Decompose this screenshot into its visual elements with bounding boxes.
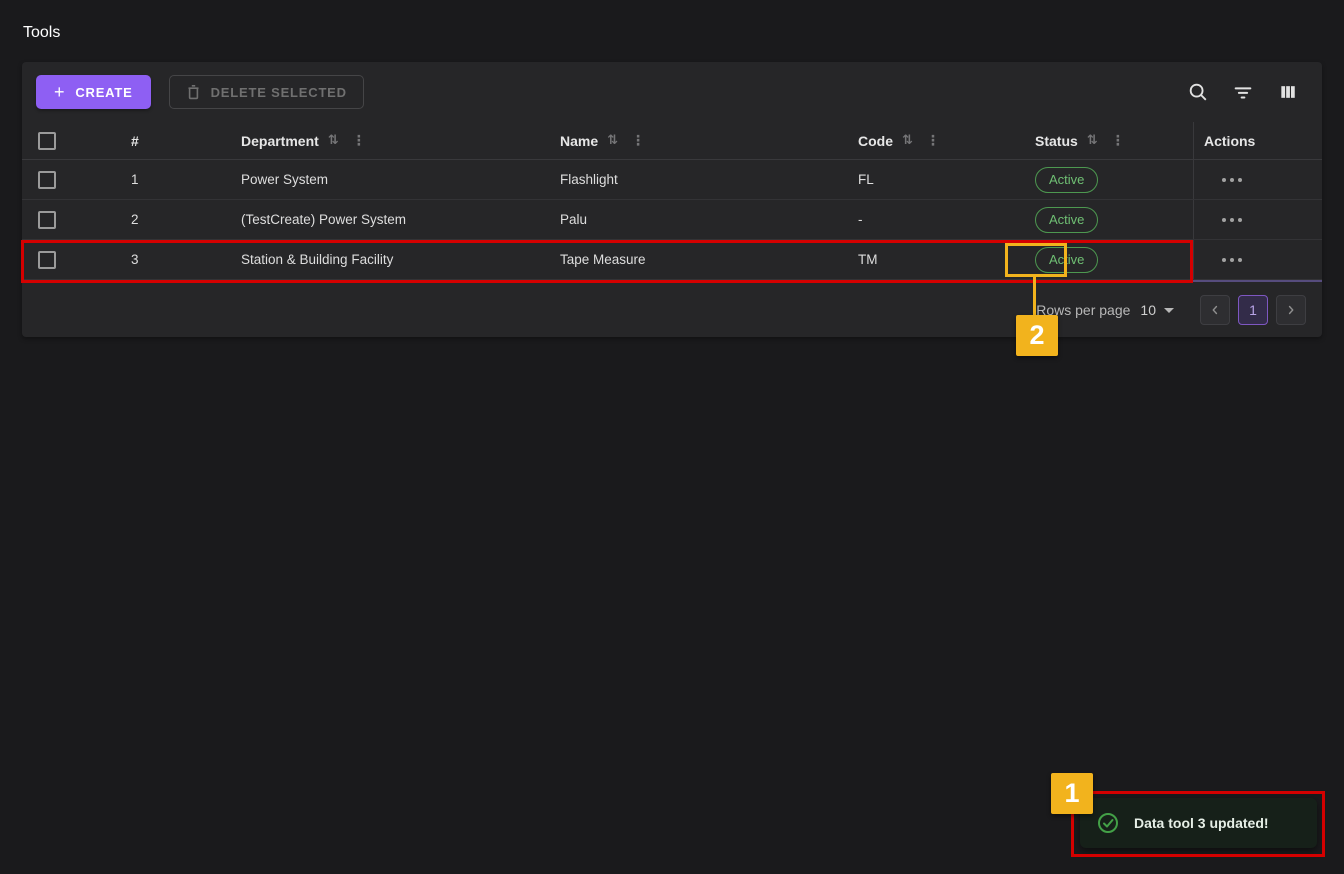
- row-status-cell: Active: [1013, 207, 1193, 233]
- create-button[interactable]: + CREATE: [36, 75, 151, 109]
- search-icon[interactable]: [1184, 78, 1212, 106]
- row-actions-menu-button[interactable]: [1218, 254, 1246, 266]
- tools-page: Tools + CREATE DELETE SELECTED: [0, 0, 1344, 874]
- row-status-cell: Active: [1013, 167, 1193, 193]
- row-department: Power System: [219, 172, 538, 187]
- toolbar-icons: [1184, 78, 1306, 106]
- rows-per-page-label: Rows per page: [1036, 302, 1130, 318]
- sort-icon[interactable]: ⇅: [1087, 133, 1098, 148]
- filter-icon[interactable]: [1229, 78, 1257, 106]
- header-cell-department: Department ⇅ ⋮: [219, 133, 538, 149]
- rows-per-page-select[interactable]: 10: [1140, 302, 1174, 318]
- header-name-label: Name: [560, 133, 598, 149]
- kebab-menu-icon[interactable]: ⋮: [352, 133, 366, 149]
- row-code: -: [836, 212, 1013, 227]
- rows-per-page-value: 10: [1140, 302, 1156, 318]
- chevron-left-icon: [1208, 303, 1222, 317]
- table-row: 1 Power System Flashlight FL Active: [22, 160, 1322, 200]
- row-department: Station & Building Facility: [219, 252, 538, 267]
- row-actions-menu-button[interactable]: [1218, 174, 1246, 186]
- kebab-menu-icon[interactable]: ⋮: [631, 133, 645, 149]
- check-circle-icon: [1096, 811, 1120, 835]
- row-status-cell: Active: [1013, 247, 1193, 273]
- row-actions-cell: [1193, 160, 1322, 199]
- row-checkbox[interactable]: [38, 251, 56, 269]
- trash-icon: [186, 84, 201, 100]
- row-num: 1: [107, 172, 219, 187]
- row-num: 2: [107, 212, 219, 227]
- header-cell-code: Code ⇅ ⋮: [836, 133, 1013, 149]
- toast-notification: Data tool 3 updated!: [1080, 798, 1317, 848]
- plus-icon: +: [54, 83, 65, 101]
- toast-message: Data tool 3 updated!: [1134, 815, 1269, 831]
- status-badge: Active: [1035, 247, 1098, 273]
- header-num-label: #: [131, 133, 139, 149]
- page-title: Tools: [23, 24, 60, 42]
- row-checkbox[interactable]: [38, 171, 56, 189]
- row-name: Tape Measure: [538, 252, 836, 267]
- header-cell-name: Name ⇅ ⋮: [538, 133, 836, 149]
- header-status-label: Status: [1035, 133, 1078, 149]
- row-actions-cell: [1193, 200, 1322, 239]
- table-row: 2 (TestCreate) Power System Palu - Activ…: [22, 200, 1322, 240]
- table-footer: Rows per page 10 1: [22, 280, 1322, 337]
- row-num: 3: [107, 252, 219, 267]
- header-cell-select: [22, 132, 107, 150]
- row-checkbox[interactable]: [38, 211, 56, 229]
- sort-icon[interactable]: ⇅: [328, 133, 339, 148]
- chevron-right-icon: [1284, 303, 1298, 317]
- page-1-button[interactable]: 1: [1238, 295, 1268, 325]
- header-cell-actions: Actions: [1193, 122, 1322, 159]
- table-row: 3 Station & Building Facility Tape Measu…: [22, 240, 1322, 280]
- create-button-label: CREATE: [75, 85, 132, 100]
- kebab-menu-icon[interactable]: ⋮: [1111, 133, 1125, 149]
- table-toolbar: + CREATE DELETE SELECTED: [22, 62, 1322, 122]
- columns-icon[interactable]: [1274, 78, 1302, 106]
- kebab-menu-icon[interactable]: ⋮: [926, 133, 940, 149]
- delete-selected-button[interactable]: DELETE SELECTED: [169, 75, 364, 109]
- row-name: Flashlight: [538, 172, 836, 187]
- row-actions-menu-button[interactable]: [1218, 214, 1246, 226]
- chevron-down-icon: [1164, 308, 1174, 313]
- header-cell-num: #: [107, 133, 219, 149]
- table-header-row: # Department ⇅ ⋮ Name ⇅ ⋮ Code ⇅ ⋮ Statu…: [22, 122, 1322, 160]
- sort-icon[interactable]: ⇅: [607, 133, 618, 148]
- status-badge: Active: [1035, 167, 1098, 193]
- row-code: FL: [836, 172, 1013, 187]
- row-name: Palu: [538, 212, 836, 227]
- row-select-cell: [22, 211, 107, 229]
- next-page-button[interactable]: [1276, 295, 1306, 325]
- row-actions-cell: [1193, 240, 1322, 279]
- header-department-label: Department: [241, 133, 319, 149]
- data-table-card: + CREATE DELETE SELECTED: [22, 62, 1322, 337]
- row-code: TM: [836, 252, 1013, 267]
- row-select-cell: [22, 251, 107, 269]
- sort-icon[interactable]: ⇅: [902, 133, 913, 148]
- row-department: (TestCreate) Power System: [219, 212, 538, 227]
- row-select-cell: [22, 171, 107, 189]
- delete-selected-label: DELETE SELECTED: [211, 85, 347, 100]
- header-actions-label: Actions: [1204, 133, 1255, 149]
- previous-page-button[interactable]: [1200, 295, 1230, 325]
- header-cell-status: Status ⇅ ⋮: [1013, 133, 1193, 149]
- status-badge: Active: [1035, 207, 1098, 233]
- header-code-label: Code: [858, 133, 893, 149]
- select-all-checkbox[interactable]: [38, 132, 56, 150]
